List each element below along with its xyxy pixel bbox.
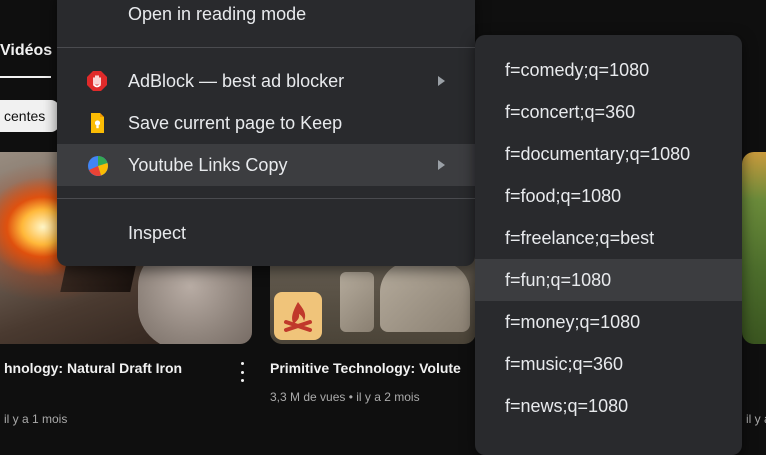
video-meta: il y a 1 mois <box>4 412 68 426</box>
submenu-arrow-icon <box>438 160 445 170</box>
more-options-icon[interactable] <box>234 362 250 382</box>
video-title[interactable]: Primitive Technology: Volute <box>270 360 461 376</box>
menu-separator <box>57 47 475 48</box>
context-menu: Open in reading mode AdBlock — best ad b… <box>57 0 475 266</box>
menu-item-label: AdBlock — best ad blocker <box>128 70 345 91</box>
menu-item-label: Open in reading mode <box>128 3 307 24</box>
adblock-hand-icon <box>87 71 107 91</box>
keep-icon <box>87 113 107 133</box>
menu-item-label: Save current page to Keep <box>128 112 343 133</box>
video-thumbnail[interactable] <box>742 152 766 344</box>
thumbnail-image-part <box>380 262 470 332</box>
campfire-icon <box>284 302 312 332</box>
filter-chip[interactable]: centes <box>0 100 60 132</box>
submenu-item[interactable]: f=fun;q=1080 <box>475 259 742 301</box>
submenu-item[interactable]: f=concert;q=360 <box>475 91 742 133</box>
youtube-links-copy-submenu: f=comedy;q=1080 f=concert;q=360 f=docume… <box>475 35 742 455</box>
menu-item-adblock[interactable]: AdBlock — best ad blocker <box>57 60 475 102</box>
thumbnail-image-part <box>340 272 374 332</box>
menu-item-label: Inspect <box>128 222 187 243</box>
tab-underline <box>0 76 51 78</box>
submenu-item[interactable]: f=food;q=1080 <box>475 175 742 217</box>
submenu-item[interactable]: f=music;q=360 <box>475 343 742 385</box>
submenu-item[interactable]: f=freelance;q=best <box>475 217 742 259</box>
video-meta: il y a 2 <box>746 412 766 426</box>
menu-item-youtube-links-copy[interactable]: Youtube Links Copy <box>57 144 475 186</box>
submenu-arrow-icon <box>438 76 445 86</box>
video-title[interactable]: hnology: Natural Draft Iron <box>4 360 182 376</box>
channel-logo-badge <box>274 292 322 340</box>
submenu-item[interactable]: f=documentary;q=1080 <box>475 133 742 175</box>
video-meta: 3,3 M de vues • il y a 2 mois <box>270 390 420 404</box>
submenu-item[interactable]: f=comedy;q=1080 <box>475 49 742 91</box>
menu-item-label: Youtube Links Copy <box>128 154 288 175</box>
submenu-item[interactable]: f=news;q=1080 <box>475 385 742 427</box>
menu-item-reading-mode[interactable]: Open in reading mode <box>57 0 475 35</box>
submenu-item[interactable]: f=money;q=1080 <box>475 301 742 343</box>
youtube-links-copy-icon <box>87 155 108 176</box>
menu-item-save-to-keep[interactable]: Save current page to Keep <box>57 102 475 144</box>
menu-separator <box>57 198 475 199</box>
tab-videos[interactable]: Vidéos <box>0 42 52 60</box>
menu-item-inspect[interactable]: Inspect <box>57 212 475 254</box>
